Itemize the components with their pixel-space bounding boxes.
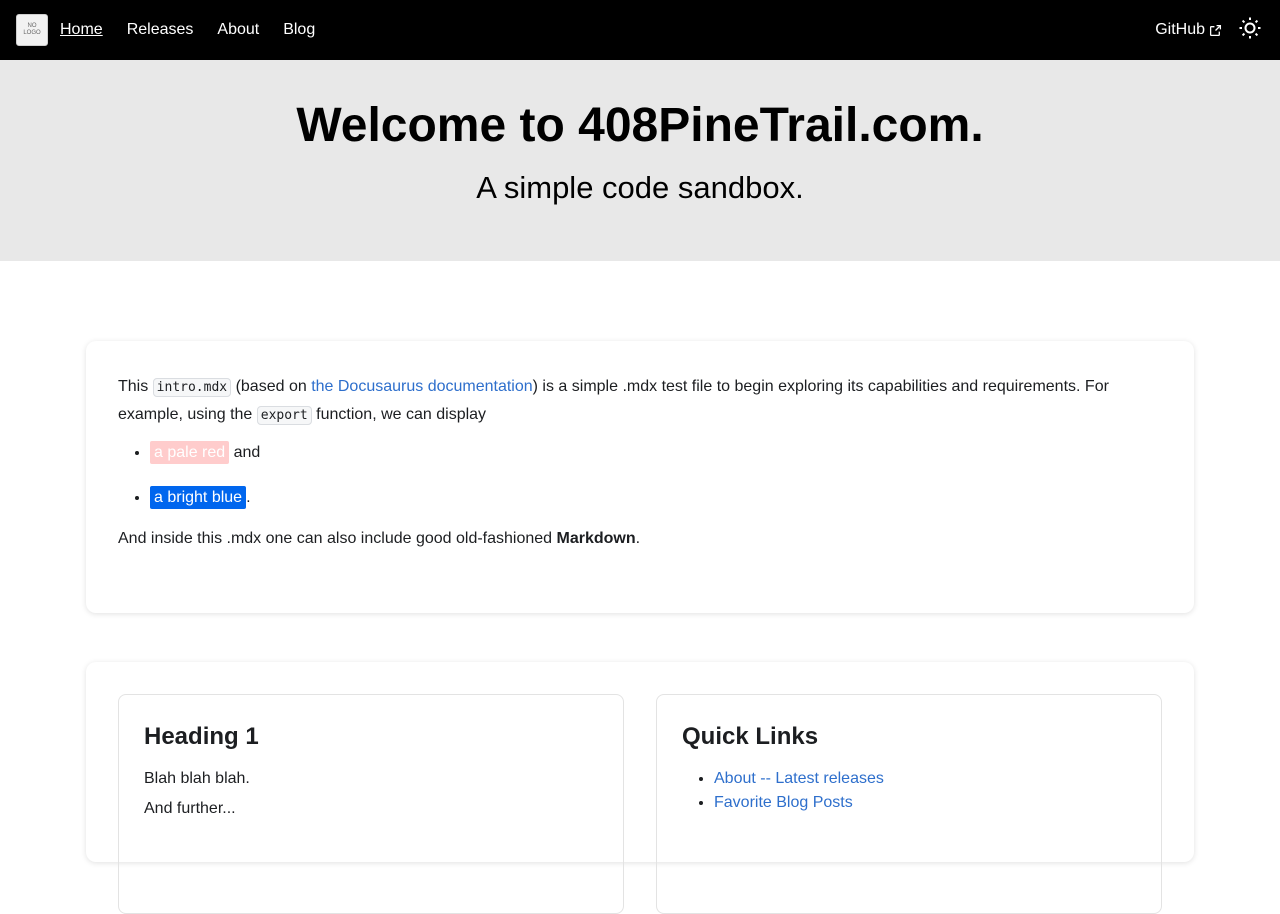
intro-text: function, we can display [311,406,487,423]
list-item: a pale red and [150,439,1162,466]
quick-link-about[interactable]: About -- Latest releases [714,770,884,787]
quick-links-heading: Quick Links [682,723,819,750]
quick-links-card: Quick Links About -- Latest releases Fav… [656,694,1162,914]
intro-text: . [635,530,641,547]
github-link[interactable]: GitHub [1155,21,1222,39]
quick-link-blog[interactable]: Favorite Blog Posts [714,794,853,811]
github-label: GitHub [1155,21,1205,38]
hero-title: Welcome to 408PineTrail.com. [296,99,984,152]
list-item-text: and [229,444,261,461]
intro-text: And inside this .mdx one can also includ… [118,530,557,547]
heading-1: Heading 1 [144,723,259,750]
markdown-paragraph: And inside this .mdx one can also includ… [118,525,1162,552]
intro-paragraph: This intro.mdx (based on the Docusaurus … [118,373,1162,429]
heading-1-card: Heading 1 Blah blah blah. And further... [118,694,624,914]
external-link-icon [1209,24,1222,37]
hero-banner: Welcome to 408PineTrail.com. A simple co… [0,60,1280,261]
markdown-bold: Markdown [556,530,636,547]
pale-red-highlight: a pale red [150,441,230,464]
list-item-text: . [246,489,251,506]
intro-text: This [118,378,153,395]
hero-subtitle: A simple code sandbox. [476,170,804,205]
nav-link-releases[interactable]: Releases [127,21,194,39]
heading-1-text-2: And further... [144,800,236,817]
intro-card: This intro.mdx (based on the Docusaurus … [86,341,1194,613]
sun-icon [1238,16,1262,44]
intro-text: (based on [231,378,312,395]
nav-left: NO LOGO Home Releases About Blog [16,14,315,46]
heading-1-text: Blah blah blah. [144,770,250,787]
color-list: a pale red and a bright blue. [150,439,1162,511]
inline-code-intro-mdx: intro.mdx [152,378,232,397]
list-item: Favorite Blog Posts [714,791,1136,815]
bottom-card: Heading 1 Blah blah blah. And further...… [86,662,1194,914]
nav-right: GitHub [1155,16,1264,44]
nav-link-about[interactable]: About [217,21,259,39]
nav-link-blog[interactable]: Blog [283,21,315,39]
list-item: a bright blue. [150,484,1162,511]
site-logo[interactable]: NO LOGO [16,14,48,46]
list-item: About -- Latest releases [714,767,1136,791]
docusaurus-docs-link[interactable]: the Docusaurus documentation [311,378,532,395]
nav-link-home[interactable]: Home [60,21,103,39]
quick-links-list: About -- Latest releases Favorite Blog P… [714,767,1136,815]
navbar: NO LOGO Home Releases About Blog GitHub [0,0,1280,60]
inline-code-export: export [256,406,312,425]
bright-blue-highlight: a bright blue [150,486,247,509]
theme-toggle-button[interactable] [1236,16,1264,44]
logo-text-line2: LOGO [23,30,41,36]
logo-text-line1: NO [27,23,37,29]
